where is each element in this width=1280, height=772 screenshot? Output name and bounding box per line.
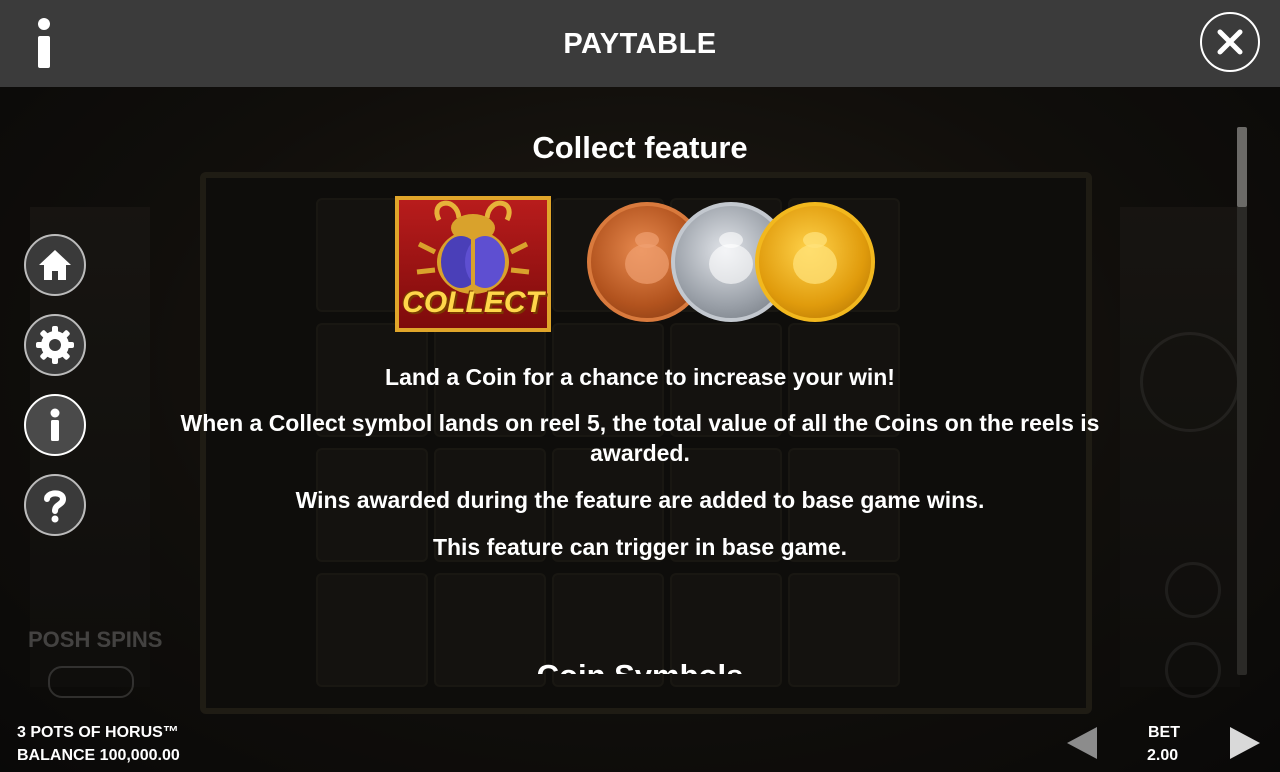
bet-label: BET [1148, 724, 1180, 741]
close-icon [1217, 29, 1243, 55]
gear-icon [36, 326, 74, 364]
page-title: PAYTABLE [563, 28, 717, 60]
feature-description: Wins awarded during the feature are adde… [295, 487, 985, 513]
bet-decrease-button[interactable] [1067, 727, 1097, 759]
scrollbar[interactable] [1237, 127, 1247, 675]
scarab-icon [793, 232, 837, 284]
gold-coin [755, 202, 875, 322]
home-button[interactable] [24, 234, 86, 296]
settings-button[interactable] [24, 314, 86, 376]
collect-symbol-label: COLLECT [402, 286, 544, 319]
question-icon [44, 490, 67, 523]
balance: BALANCE 100,000.00 [17, 747, 180, 764]
triangle-right-icon [1230, 727, 1260, 759]
triangle-left-icon [1067, 727, 1097, 759]
feature-description: This feature can trigger in base game. [432, 534, 848, 560]
collect-symbol: COLLECT [395, 196, 551, 332]
bet-value: 2.00 [1147, 747, 1179, 764]
help-button[interactable] [24, 474, 86, 536]
feature-description: Land a Coin for a chance to increase you… [385, 364, 895, 390]
info-button[interactable] [24, 394, 86, 456]
game-name: 3 POTS OF HORUS™ [17, 724, 179, 741]
section-title: Collect feature [532, 130, 748, 165]
info-icon [50, 408, 60, 441]
feature-description: When a Collect symbol lands on reel 5, t… [180, 410, 1100, 466]
next-section-title: Coin Symbols [0, 650, 1280, 674]
home-icon [39, 250, 71, 280]
bet-increase-button[interactable] [1230, 727, 1260, 759]
close-button[interactable] [1200, 12, 1260, 72]
header-bar: PAYTABLE [0, 0, 1280, 87]
